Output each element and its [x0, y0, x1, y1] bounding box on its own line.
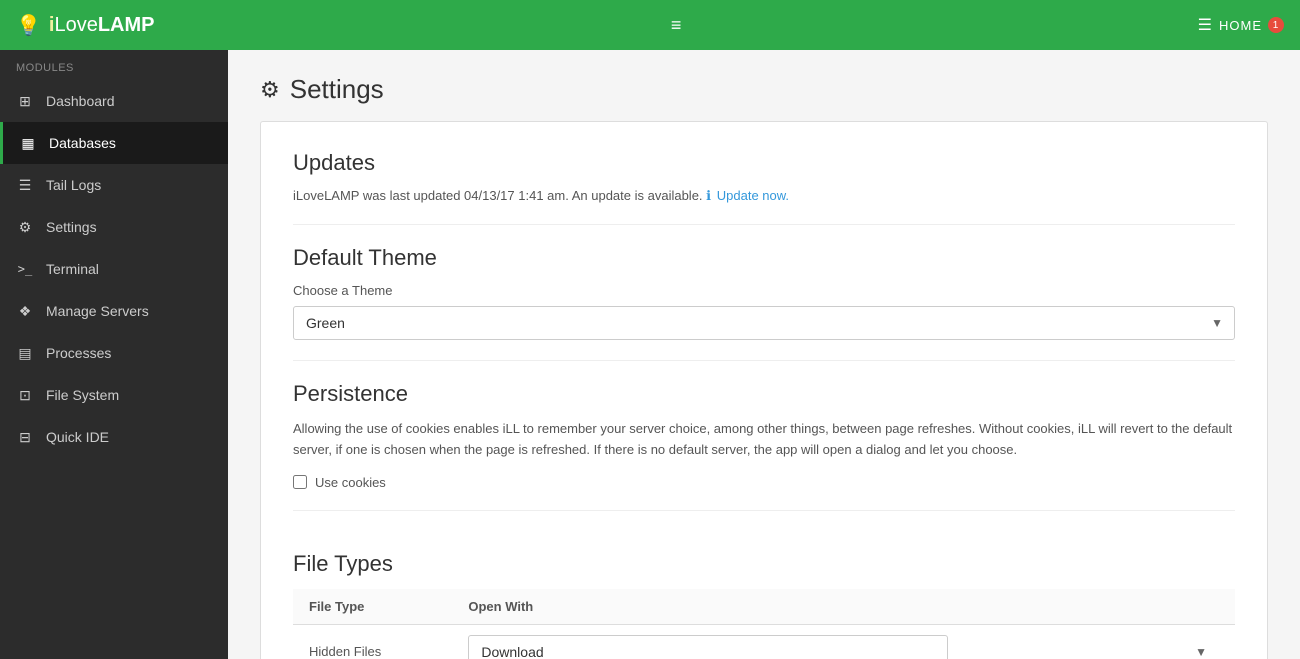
divider-3	[293, 510, 1235, 511]
file-types-table: File Type Open With Hidden Files Downloa…	[293, 589, 1235, 659]
home-badge: 1	[1268, 17, 1284, 33]
update-now-link[interactable]: Update now.	[717, 188, 789, 203]
theme-select[interactable]: Green Blue Dark Light	[293, 306, 1235, 340]
sidebar-item-label: Tail Logs	[46, 177, 101, 193]
updates-section: Updates iLoveLAMP was last updated 04/13…	[293, 150, 1235, 204]
persistence-description: Allowing the use of cookies enables iLL …	[293, 419, 1235, 461]
sidebar-item-databases[interactable]: ▦ Databases	[0, 122, 228, 164]
sidebar-section-label: Modules	[0, 50, 228, 80]
chevron-down-icon-2: ▼	[1195, 645, 1207, 659]
sidebar-item-label: Processes	[46, 345, 111, 361]
file-types-title: File Types	[293, 551, 1235, 577]
settings-card: Updates iLoveLAMP was last updated 04/13…	[260, 121, 1268, 659]
sidebar-item-dashboard[interactable]: ⊞ Dashboard	[0, 80, 228, 122]
brand-love: Love	[54, 14, 97, 36]
page-header: ⚙ Settings	[228, 50, 1300, 121]
sidebar-item-terminal[interactable]: >_ Terminal	[0, 248, 228, 290]
info-icon: ℹ	[706, 188, 711, 203]
dashboard-icon: ⊞	[16, 92, 34, 110]
processes-icon: ▤	[16, 344, 34, 362]
use-cookies-checkbox[interactable]	[293, 475, 307, 489]
sidebar-item-label: Terminal	[46, 261, 99, 277]
sidebar-item-label: Dashboard	[46, 93, 115, 109]
navbar: 💡 iLoveLAMP ≡ ☰ HOME 1	[0, 0, 1300, 50]
table-row: Hidden Files Download ▼	[293, 624, 1235, 659]
choose-theme-label: Choose a Theme	[293, 283, 1235, 298]
open-with-cell: Download ▼	[452, 624, 1235, 659]
persistence-section: Persistence Allowing the use of cookies …	[293, 381, 1235, 490]
manage-servers-icon: ❖	[16, 302, 34, 320]
home-label[interactable]: HOME	[1219, 18, 1262, 33]
update-text: iLoveLAMP was last updated 04/13/17 1:41…	[293, 188, 1235, 204]
divider-2	[293, 360, 1235, 361]
use-cookies-text: Use cookies	[315, 475, 386, 490]
page-title: Settings	[290, 74, 384, 105]
col-file-type: File Type	[293, 589, 452, 625]
bulb-icon: 💡	[16, 13, 41, 38]
tail-logs-icon: ☰	[16, 176, 34, 194]
terminal-icon: >_	[16, 260, 34, 278]
hamburger-icon: ≡	[671, 15, 682, 35]
updates-title: Updates	[293, 150, 1235, 176]
sidebar-item-label: File System	[46, 387, 119, 403]
settings-icon: ⚙	[16, 218, 34, 236]
sidebar-item-label: Quick IDE	[46, 429, 109, 445]
file-types-section: File Types File Type Open With Hidden Fi…	[293, 531, 1235, 659]
brand-text: iLoveLAMP	[49, 14, 155, 37]
menu-toggle-button[interactable]: ≡	[671, 15, 682, 36]
sidebar-item-file-system[interactable]: ⊡ File System	[0, 374, 228, 416]
brand-lamp: LAMP	[98, 14, 155, 36]
theme-select-wrapper: Green Blue Dark Light ▼	[293, 306, 1235, 340]
sidebar: Modules ⊞ Dashboard ▦ Databases ☰ Tail L…	[0, 50, 228, 659]
quick-ide-icon: ⊟	[16, 428, 34, 446]
use-cookies-label[interactable]: Use cookies	[293, 475, 1235, 490]
divider-1	[293, 224, 1235, 225]
default-theme-section: Default Theme Choose a Theme Green Blue …	[293, 245, 1235, 340]
open-with-select-wrapper: Download ▼	[468, 635, 1219, 659]
navbar-right: ☰ HOME 1	[1198, 15, 1284, 35]
table-header-row: File Type Open With	[293, 589, 1235, 625]
home-list-icon: ☰	[1198, 15, 1213, 35]
file-system-icon: ⊡	[16, 386, 34, 404]
update-description: iLoveLAMP was last updated 04/13/17 1:41…	[293, 188, 703, 203]
sidebar-item-quick-ide[interactable]: ⊟ Quick IDE	[0, 416, 228, 458]
file-type-cell: Hidden Files	[293, 624, 452, 659]
sidebar-item-processes[interactable]: ▤ Processes	[0, 332, 228, 374]
sidebar-item-label: Databases	[49, 135, 116, 151]
sidebar-item-label: Settings	[46, 219, 97, 235]
open-with-select[interactable]: Download	[468, 635, 948, 659]
sidebar-item-label: Manage Servers	[46, 303, 149, 319]
databases-icon: ▦	[19, 134, 37, 152]
default-theme-title: Default Theme	[293, 245, 1235, 271]
main-layout: Modules ⊞ Dashboard ▦ Databases ☰ Tail L…	[0, 50, 1300, 659]
brand-logo[interactable]: 💡 iLoveLAMP	[16, 13, 155, 38]
sidebar-item-settings[interactable]: ⚙ Settings	[0, 206, 228, 248]
persistence-title: Persistence	[293, 381, 1235, 407]
page-gear-icon: ⚙	[260, 77, 280, 103]
sidebar-item-manage-servers[interactable]: ❖ Manage Servers	[0, 290, 228, 332]
sidebar-item-tail-logs[interactable]: ☰ Tail Logs	[0, 164, 228, 206]
content-area: ⚙ Settings Updates iLoveLAMP was last up…	[228, 50, 1300, 659]
col-open-with: Open With	[452, 589, 1235, 625]
